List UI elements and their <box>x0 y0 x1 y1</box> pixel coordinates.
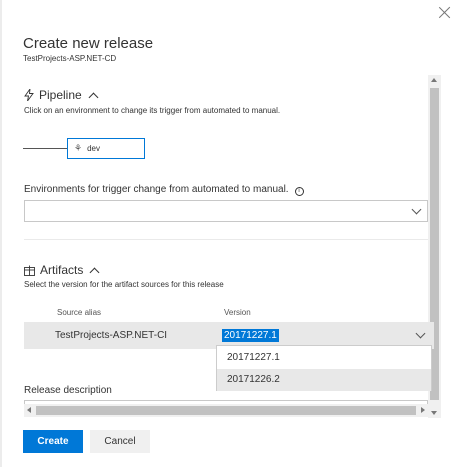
version-combobox-input[interactable]: 20171227.1 <box>222 329 279 342</box>
trigger-change-label: Environments for trigger change from aut… <box>24 184 289 195</box>
scroll-right-arrow-icon[interactable] <box>421 407 425 413</box>
scroll-down-arrow-icon[interactable] <box>431 411 437 415</box>
close-icon[interactable] <box>437 5 453 21</box>
version-option[interactable]: 20171227.1 <box>217 347 431 369</box>
trigger-change-label-row: Environments for trigger change from aut… <box>24 184 304 196</box>
dialog-border <box>0 0 2 467</box>
artifacts-hint: Select the version for the artifact sour… <box>24 280 224 289</box>
column-header-source-alias: Source alias <box>57 308 102 317</box>
artifacts-heading: Artifacts <box>40 263 84 277</box>
release-description-label: Release description <box>24 385 112 396</box>
version-option-highlighted[interactable]: 20171226.2 <box>217 369 431 391</box>
environment-name: dev <box>87 144 100 153</box>
pipeline-heading: Pipeline <box>39 88 82 102</box>
create-button[interactable]: Create <box>23 430 83 453</box>
cancel-button[interactable]: Cancel <box>90 430 150 453</box>
pipeline-section-header[interactable]: Pipeline <box>24 88 99 102</box>
column-header-version: Version <box>224 308 251 317</box>
scroll-left-arrow-icon[interactable] <box>27 407 31 413</box>
lightning-icon <box>24 89 34 101</box>
artifact-package-icon <box>24 265 35 276</box>
horizontal-scrollbar-thumb[interactable] <box>36 406 416 415</box>
dialog-subtitle: TestProjects-ASP.NET-CD <box>23 54 117 63</box>
info-icon[interactable]: i <box>294 187 304 196</box>
horizontal-scrollbar[interactable] <box>24 404 428 417</box>
environment-node-dev[interactable]: ⚘ dev <box>67 138 145 159</box>
artifacts-section-header[interactable]: Artifacts <box>24 263 100 277</box>
scroll-up-arrow-icon[interactable] <box>431 78 437 82</box>
section-divider <box>24 239 428 240</box>
artifact-source-alias: TestProjects-ASP.NET-CI <box>55 330 168 341</box>
chevron-down-icon[interactable] <box>411 204 422 215</box>
version-dropdown-list: 20171227.1 20171226.2 <box>216 345 432 391</box>
environment-icon: ⚘ <box>74 143 83 153</box>
pipeline-connector <box>23 148 67 149</box>
trigger-change-dropdown[interactable] <box>24 200 428 222</box>
pipeline-hint: Click on an environment to change its tr… <box>24 106 281 115</box>
collapse-caret-icon[interactable] <box>88 92 99 102</box>
dialog-title: Create new release <box>23 35 154 52</box>
collapse-caret-icon[interactable] <box>89 267 100 277</box>
